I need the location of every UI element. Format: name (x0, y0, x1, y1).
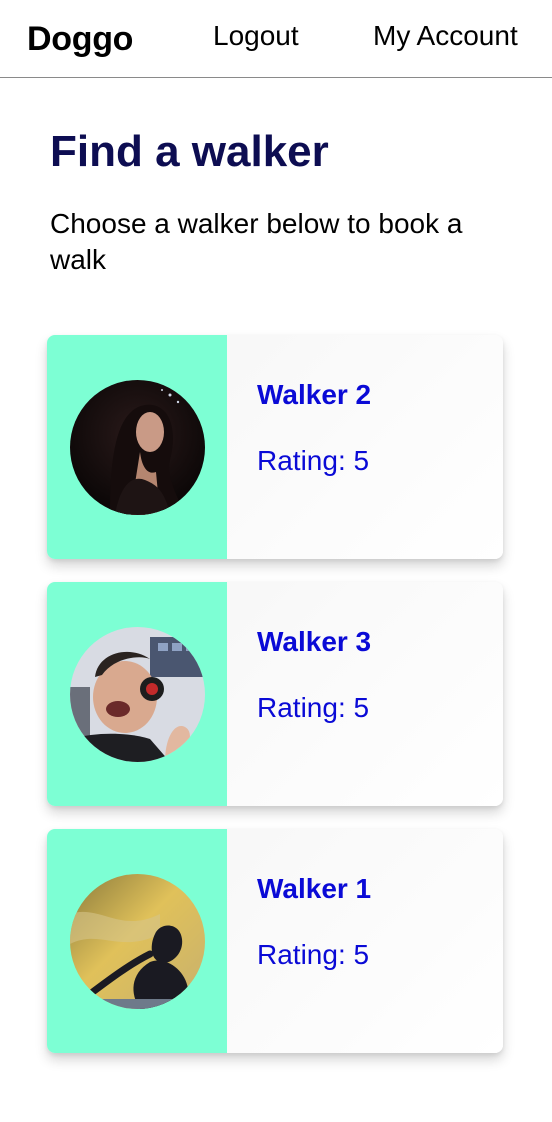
walker-card-image-panel (47, 582, 227, 806)
my-account-link[interactable]: My Account (373, 20, 518, 52)
walker-card-body: Walker 3 Rating: 5 (227, 582, 503, 806)
main-content: Find a walker Choose a walker below to b… (50, 126, 510, 278)
walker-card[interactable]: Walker 1 Rating: 5 (47, 829, 503, 1053)
walker-card[interactable]: Walker 2 Rating: 5 (47, 335, 503, 559)
walker-card-image-panel (47, 829, 227, 1053)
walker-card[interactable]: Walker 3 Rating: 5 (47, 582, 503, 806)
walker-rating: Rating: 5 (257, 692, 370, 723)
logout-link[interactable]: Logout (213, 20, 299, 52)
walker-list: Walker 2 Rating: 5 Walker 3 Rating: 5 Wa… (47, 335, 503, 1076)
walker-avatar (69, 873, 205, 1009)
walker-card-body: Walker 2 Rating: 5 (227, 335, 503, 559)
walker-name: Walker 2 (257, 379, 372, 410)
walker-rating: Rating: 5 (257, 939, 370, 970)
walker-rating: Rating: 5 (257, 445, 370, 476)
walker-avatar (69, 626, 205, 762)
walker-avatar (69, 379, 205, 515)
walker-card-image-panel (47, 335, 227, 559)
navbar: Doggo Logout My Account (0, 0, 552, 78)
page-subtitle: Choose a walker below to book a walk (50, 208, 463, 275)
walker-name: Walker 1 (257, 873, 372, 904)
walker-name: Walker 3 (257, 626, 372, 657)
brand-logo[interactable]: Doggo (27, 20, 133, 59)
walker-card-body: Walker 1 Rating: 5 (227, 829, 503, 1053)
page-title: Find a walker (50, 127, 329, 176)
